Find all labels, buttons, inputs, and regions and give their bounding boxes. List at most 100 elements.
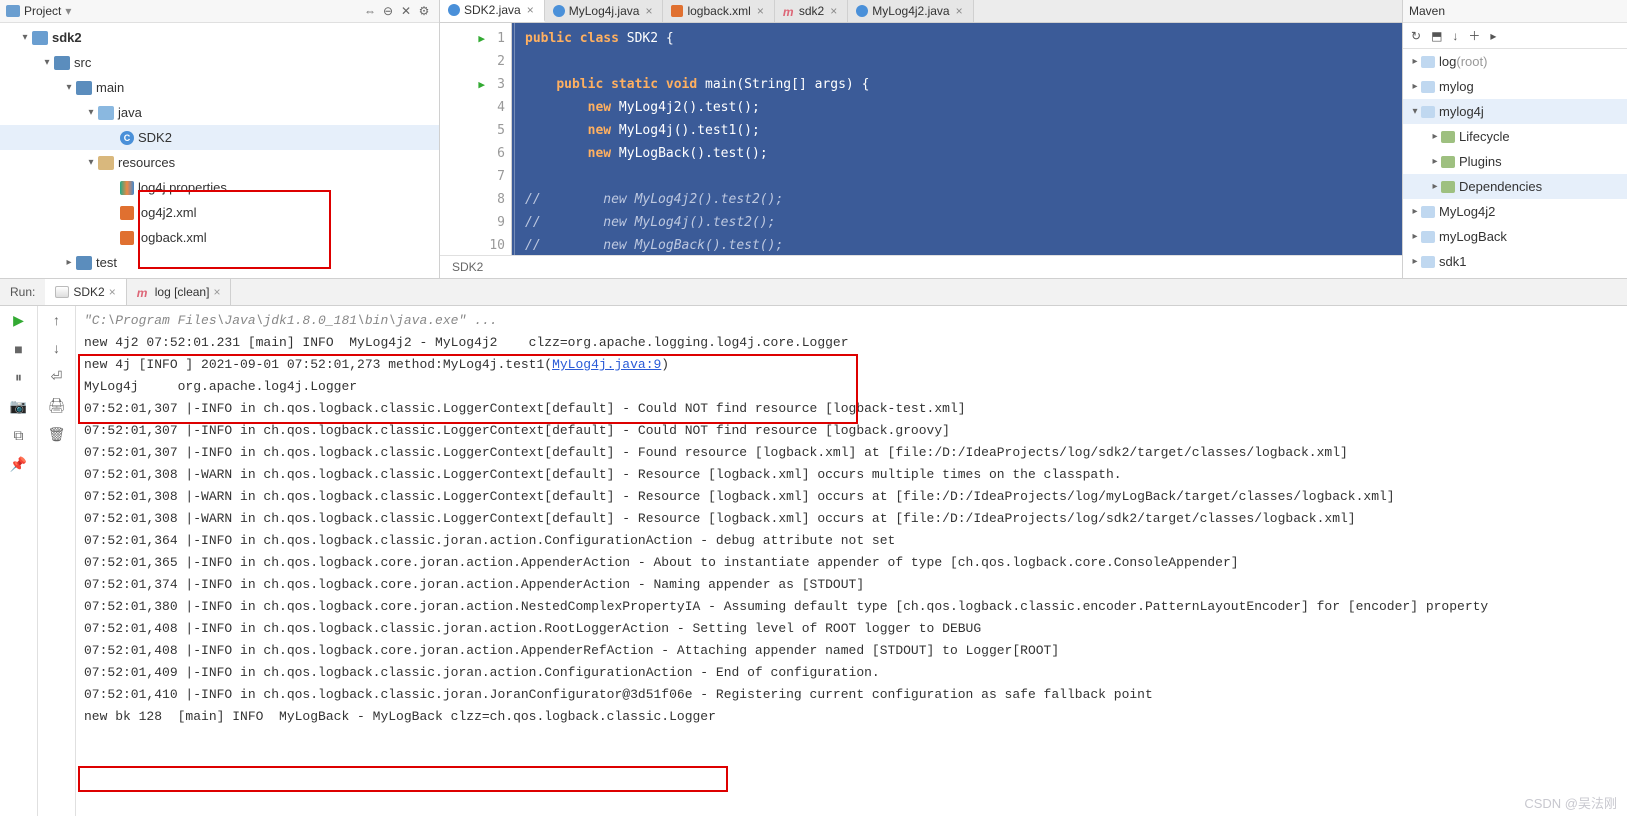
tree-twisty[interactable]: ▾ <box>84 107 98 118</box>
tree-row[interactable]: ▾sdk2 <box>0 25 439 50</box>
code-line[interactable]: public static void main(String[] args) { <box>525 73 1402 96</box>
close-icon[interactable]: × <box>213 285 220 299</box>
maven-tree-row[interactable]: ▸Dependencies <box>1403 174 1627 199</box>
editor-body[interactable]: 1▶23▶45678910 public class SDK2 { public… <box>440 23 1402 255</box>
pin-button[interactable]: 📌 <box>10 456 27 473</box>
breadcrumb-item[interactable]: SDK2 <box>452 260 483 274</box>
maven-toolbar-button[interactable]: ↻ <box>1411 29 1421 43</box>
run-toolbar-left: ▶ ■ ⏸ 📷 ⧉ 📌 <box>0 306 38 816</box>
tree-twisty[interactable]: ▾ <box>18 32 32 43</box>
tree-row[interactable]: logback.xml <box>0 225 439 250</box>
close-icon[interactable]: × <box>643 4 654 18</box>
tree-row[interactable]: log4j2.xml <box>0 200 439 225</box>
tree-twisty[interactable]: ▸ <box>1409 56 1421 67</box>
project-view-dropdown[interactable]: ▾ <box>61 4 75 18</box>
maven-tree-row[interactable]: ▾mylog4j <box>1403 99 1627 124</box>
folder-icon <box>54 56 70 70</box>
tree-row[interactable]: ▾java <box>0 100 439 125</box>
code-line[interactable]: // new MyLog4j().test2(); <box>525 211 1402 234</box>
editor-tab[interactable]: MyLog4j2.java× <box>848 0 973 22</box>
close-icon[interactable]: × <box>755 4 766 18</box>
tree-row[interactable]: log4j.properties <box>0 175 439 200</box>
down-button[interactable]: ↓ <box>53 340 60 356</box>
maven-tree-row[interactable]: ▸myLogBack <box>1403 224 1627 249</box>
run-gutter-icon[interactable]: ▶ <box>478 73 485 96</box>
project-tree[interactable]: ▾sdk2▾src▾main▾javaCSDK2▾resourceslog4j.… <box>0 23 439 278</box>
print-button[interactable]: 🖨 <box>48 397 66 414</box>
layout-button[interactable]: ⧉ <box>14 427 24 444</box>
editor-code[interactable]: public class SDK2 { public static void m… <box>514 23 1402 255</box>
editor-tab[interactable]: msdk2× <box>775 0 848 22</box>
tree-row[interactable]: ▾resources <box>0 150 439 175</box>
maven-tree-row[interactable]: ▸Lifecycle <box>1403 124 1627 149</box>
close-icon[interactable]: × <box>828 4 839 18</box>
code-line[interactable]: new MyLog4j().test1(); <box>525 119 1402 142</box>
collapse-icon[interactable]: ⊖ <box>379 4 397 18</box>
maven-tree-row[interactable]: ▸log (root) <box>1403 49 1627 74</box>
tree-twisty[interactable]: ▾ <box>84 157 98 168</box>
run-label: Run: <box>0 285 45 299</box>
run-tab[interactable]: SDK2× <box>45 279 126 305</box>
pause-button[interactable]: ⏸ <box>15 369 22 386</box>
maven-mod-icon <box>1421 206 1435 218</box>
expand-icon[interactable]: ⇔ <box>361 4 379 18</box>
maven-tree[interactable]: ▸log (root)▸mylog▾mylog4j▸Lifecycle▸Plug… <box>1403 49 1627 278</box>
maven-toolbar-button[interactable]: ↓ <box>1452 29 1458 43</box>
tree-row[interactable]: CSDK2 <box>0 125 439 150</box>
console-output[interactable]: "C:\Program Files\Java\jdk1.8.0_181\bin\… <box>76 306 1627 816</box>
tree-twisty[interactable]: ▸ <box>1409 231 1421 242</box>
maven-tree-row[interactable]: ▸ MyLog4j2 <box>1403 199 1627 224</box>
code-line[interactable] <box>525 50 1402 73</box>
run-tab[interactable]: mlog [clean]× <box>127 279 232 305</box>
tree-twisty[interactable]: ▸ <box>1409 206 1421 217</box>
console-line: 07:52:01,408 |-INFO in ch.qos.logback.cl… <box>84 618 1619 640</box>
tree-twisty[interactable]: ▾ <box>62 82 76 93</box>
tree-row[interactable]: ▾src <box>0 50 439 75</box>
run-tabbar: Run: SDK2×mlog [clean]× <box>0 278 1627 306</box>
close-icon[interactable]: × <box>525 3 536 17</box>
maven-tree-row[interactable]: ▸mylog <box>1403 74 1627 99</box>
tree-twisty[interactable]: ▸ <box>1409 256 1421 267</box>
folder-icon <box>76 81 92 95</box>
tree-twisty[interactable]: ▾ <box>40 57 54 68</box>
code-line[interactable]: // new MyLog4j2().test2(); <box>525 188 1402 211</box>
maven-toolbar-button[interactable]: ＋ <box>1468 27 1480 44</box>
run-gutter-icon[interactable]: ▶ <box>478 27 485 50</box>
code-line[interactable]: new MyLogBack().test(); <box>525 142 1402 165</box>
code-line[interactable]: public class SDK2 { <box>525 27 1402 50</box>
editor-tab[interactable]: SDK2.java× <box>440 0 545 22</box>
tree-twisty[interactable]: ▸ <box>1409 81 1421 92</box>
tree-twisty[interactable]: ▸ <box>1429 131 1441 142</box>
editor-tab[interactable]: MyLog4j.java× <box>545 0 664 22</box>
maven-label: MyLog4j2 <box>1439 204 1495 219</box>
maven-label: log <box>1439 54 1456 69</box>
maven-tree-row[interactable]: ▸sdk1 <box>1403 249 1627 274</box>
clear-button[interactable]: 🗑 <box>48 426 66 443</box>
code-line[interactable]: new MyLog4j2().test(); <box>525 96 1402 119</box>
tree-twisty[interactable]: ▾ <box>1409 106 1421 117</box>
hide-icon[interactable]: ✕ <box>397 4 415 18</box>
tree-twisty[interactable]: ▸ <box>1429 181 1441 192</box>
up-button[interactable]: ↑ <box>53 312 60 328</box>
code-line[interactable] <box>525 165 1402 188</box>
tree-twisty[interactable]: ▸ <box>62 257 76 268</box>
maven-tree-row[interactable]: ▸Plugins <box>1403 149 1627 174</box>
maven-toolbar-button[interactable]: ⬒ <box>1431 29 1442 43</box>
close-icon[interactable]: × <box>109 285 116 299</box>
stop-button[interactable]: ■ <box>14 341 22 357</box>
tree-twisty[interactable]: ▸ <box>1429 156 1441 167</box>
dump-threads-button[interactable]: 📷 <box>10 398 27 415</box>
softwrap-button[interactable]: ⏎ <box>51 368 63 385</box>
tree-row[interactable]: ▾main <box>0 75 439 100</box>
console-line: 07:52:01,408 |-INFO in ch.qos.logback.co… <box>84 640 1619 662</box>
tree-row[interactable]: ▸test <box>0 250 439 275</box>
maven-toolbar-button[interactable]: ▸ <box>1490 29 1496 43</box>
close-icon[interactable]: × <box>954 4 965 18</box>
run-button[interactable]: ▶ <box>13 312 24 329</box>
editor-tab[interactable]: logback.xml× <box>663 0 774 22</box>
maven-pl-icon <box>1441 181 1455 193</box>
settings-icon[interactable]: ⚙ <box>415 4 433 18</box>
stacktrace-link[interactable]: MyLog4j.java:9 <box>552 357 661 372</box>
code-line[interactable]: // new MyLogBack().test(); <box>525 234 1402 255</box>
breadcrumb[interactable]: SDK2 <box>440 255 1402 278</box>
